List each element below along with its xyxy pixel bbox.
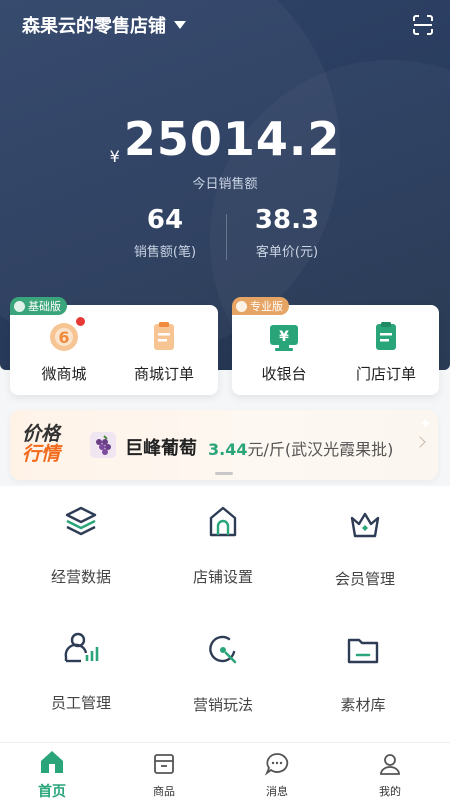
grid-label: 店铺设置 [192, 568, 253, 586]
order-count-value: 64 [146, 205, 184, 235]
tab-mine[interactable]: 我的 [350, 751, 430, 799]
grape-icon [90, 432, 116, 458]
badge-icon [236, 300, 247, 312]
product-price: 3.44元/斤(武汉光霞果批) [208, 436, 393, 460]
sales-amount: 25014.2 [123, 112, 341, 166]
mall-orders-label: 商城订单 [133, 365, 194, 383]
store-selector[interactable]: 森果云的零售店铺 [22, 12, 186, 38]
store-name: 森果云的零售店铺 [22, 16, 166, 37]
home-icon [41, 751, 63, 773]
folder-icon [347, 638, 379, 664]
price-trend-banner[interactable]: 价格 行情 巨峰葡萄 3.44元/斤(武汉光霞果批) ✦ [10, 410, 438, 480]
grid-item-business-data[interactable]: 经营数据 [16, 502, 146, 587]
sales-amount-label: 今日销售额 [192, 177, 258, 192]
pro-badge-label: 专业版 [250, 300, 283, 313]
tab-products[interactable]: 商品 [124, 751, 204, 799]
bottom-tab-bar: 首页 商品 消息 我的 [0, 742, 450, 801]
tab-label: 首页 [38, 784, 66, 800]
avg-price-value: 38.3 [254, 205, 320, 235]
pro-badge: 专业版 [232, 297, 289, 315]
basic-badge-label: 基础版 [28, 300, 61, 313]
grid-item-staff-management[interactable]: 员工管理 [16, 628, 146, 713]
product-box-icon [154, 754, 174, 774]
grid-label: 员工管理 [50, 694, 111, 712]
grid-label: 会员管理 [334, 570, 395, 588]
avg-price-stat: 38.3 客单价(元) [212, 205, 362, 260]
grid-item-marketing[interactable]: 营销玩法 [158, 630, 288, 715]
feature-grid: 经营数据 店铺设置 会员管理 员工管理 营销玩法 素材库 [0, 486, 450, 742]
crown-icon [350, 512, 380, 538]
notification-dot [76, 317, 85, 326]
price-unit-source: 元/斤(武汉光霞果批) [247, 440, 394, 459]
basic-badge: 基础版 [10, 297, 67, 315]
avg-price-label: 客单价(元) [255, 245, 319, 260]
svg-text:6: 6 [58, 328, 69, 347]
mall-icon: 6 [47, 317, 85, 353]
chevron-right-icon [414, 436, 426, 448]
order-count-label: 销售额(笔) [133, 245, 197, 260]
grid-item-material-library[interactable]: 素材库 [298, 630, 428, 715]
carousel-indicator [215, 472, 233, 475]
today-sales: ¥25014.2 [0, 112, 450, 166]
tab-label: 消息 [266, 785, 288, 798]
basic-edition-card: 基础版 6 微商城 商城订单 [10, 297, 218, 395]
price-trend-tag: 价格 行情 [22, 424, 60, 464]
cashier-icon: ¥ [267, 319, 301, 353]
grid-label: 经营数据 [50, 568, 111, 586]
grid-item-member-management[interactable]: 会员管理 [300, 504, 430, 589]
cashier-label: 收银台 [261, 365, 307, 383]
product-name: 巨峰葡萄 [125, 438, 197, 459]
grid-label: 营销玩法 [192, 696, 253, 714]
caret-down-icon [174, 21, 186, 29]
tab-messages[interactable]: 消息 [237, 751, 317, 799]
svg-text:¥: ¥ [279, 329, 289, 345]
grid-label: 素材库 [340, 696, 386, 714]
mall-orders-entry[interactable]: 商城订单 [114, 319, 214, 384]
store-orders-entry[interactable]: 门店订单 [336, 319, 436, 384]
mall-label: 微商城 [41, 365, 87, 383]
order-count-stat: 64 销售额(笔) [90, 205, 240, 260]
price-trend-tag-line2: 行情 [22, 443, 61, 465]
mall-entry[interactable]: 6 微商城 [14, 317, 114, 384]
price-trend-tag-line1: 价格 [22, 423, 61, 445]
tab-label: 商品 [153, 785, 175, 798]
scan-icon[interactable] [412, 14, 434, 36]
message-icon [264, 753, 289, 776]
layers-icon [65, 506, 97, 536]
store-icon [209, 506, 237, 537]
currency-symbol: ¥ [109, 147, 120, 166]
user-icon [380, 754, 400, 775]
order-icon [147, 319, 181, 353]
store-order-icon [369, 319, 403, 353]
staff-icon [64, 632, 99, 663]
tab-home[interactable]: 首页 [12, 747, 92, 801]
cashier-entry[interactable]: ¥ 收银台 [234, 319, 334, 384]
sparkle-icon: ✦ [418, 414, 432, 433]
tab-label: 我的 [379, 785, 401, 798]
store-orders-label: 门店订单 [355, 365, 416, 383]
grid-item-store-settings[interactable]: 店铺设置 [158, 502, 288, 587]
badge-icon [14, 300, 25, 312]
stat-divider [226, 214, 227, 260]
marketing-icon [209, 635, 237, 664]
pro-edition-card: 专业版 ¥ 收银台 门店订单 [232, 297, 439, 395]
price-value: 3.44 [208, 440, 248, 459]
